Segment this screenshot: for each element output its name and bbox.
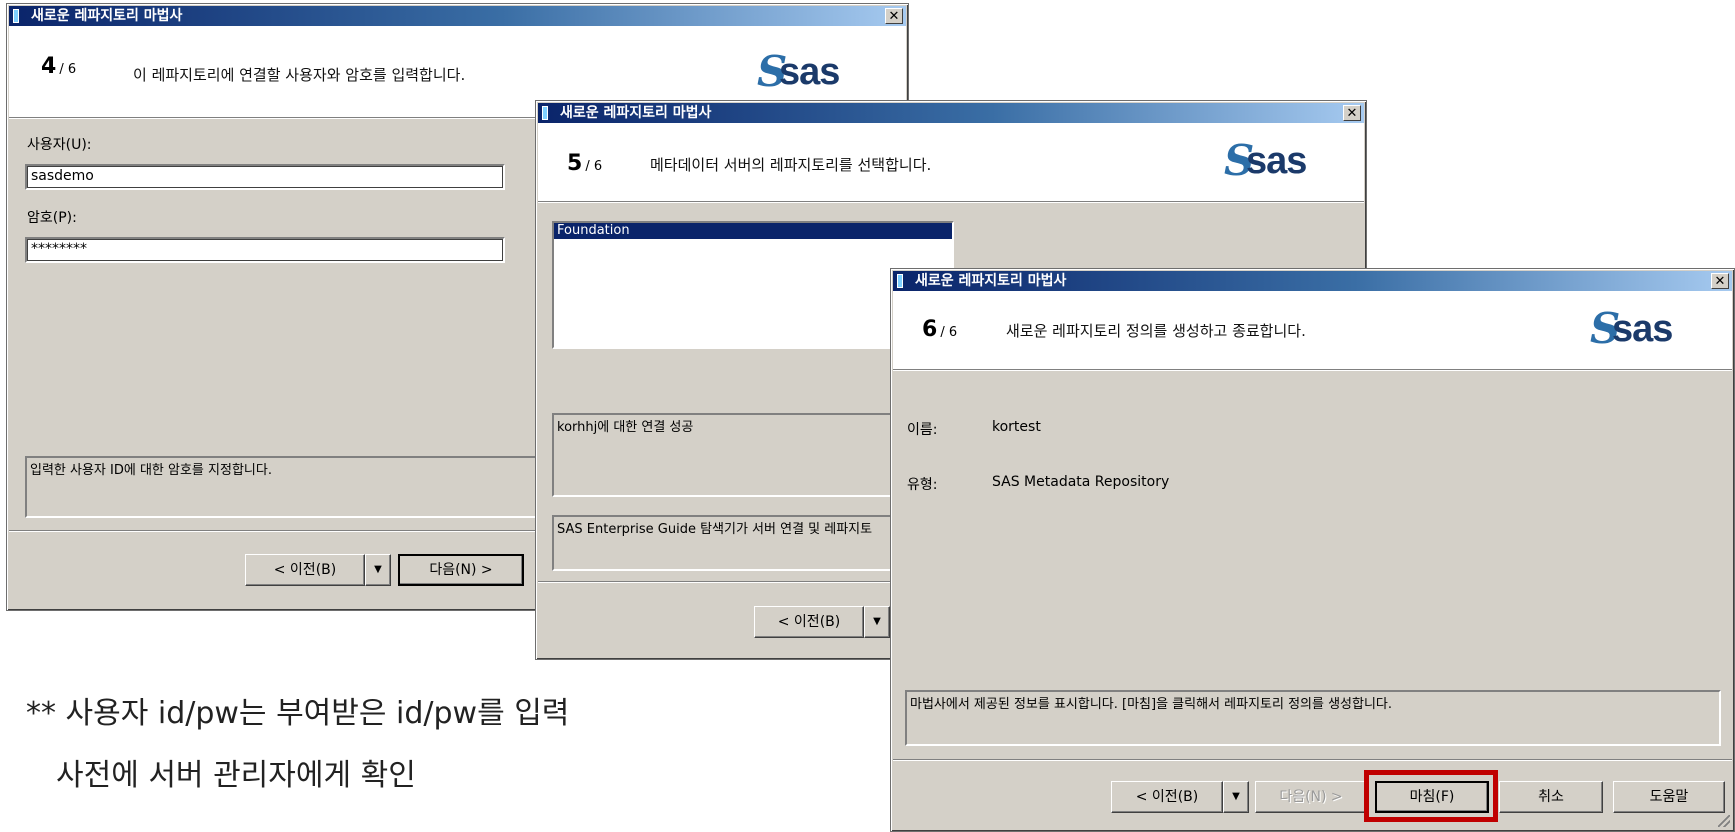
step-indicator: 6/ 6 — [922, 317, 958, 342]
user-input[interactable]: sasdemo — [25, 164, 505, 190]
list-item[interactable]: Foundation — [554, 223, 952, 239]
close-icon[interactable]: ✕ — [885, 8, 903, 24]
next-button[interactable]: 다음(N) > — [398, 554, 524, 586]
password-input[interactable]: ******** — [25, 237, 505, 263]
type-value: SAS Metadata Repository — [992, 474, 1170, 490]
sas-logo: S sas — [1590, 304, 1673, 353]
step-indicator: 5/ 6 — [567, 151, 603, 176]
type-label: 유형: — [907, 477, 938, 493]
window-title: 새로운 레파지토리 마법사 — [560, 105, 712, 121]
step-description: 새로운 레파지토리 정의를 생성하고 종료합니다. — [1006, 322, 1306, 340]
help-text-panel: 마법사에서 제공된 정보를 표시합니다. [마침]을 클릭해서 레파지토리 정의… — [905, 690, 1721, 746]
back-dropdown-button[interactable]: ▼ — [1223, 781, 1249, 813]
window-title: 새로운 레파지토리 마법사 — [915, 273, 1067, 289]
resize-grip-icon[interactable] — [1718, 815, 1730, 827]
user-label: 사용자(U): — [27, 137, 92, 153]
wizard-header: 5/ 6 메타데이터 서버의 레파지토리를 선택합니다. S sas — [538, 123, 1364, 202]
next-button[interactable]: 다음(N) > — [1255, 781, 1367, 813]
name-label: 이름: — [907, 422, 938, 438]
step-indicator: 4/ 6 — [41, 54, 77, 79]
finish-button-highlight — [1364, 770, 1498, 822]
close-icon[interactable]: ✕ — [1343, 105, 1361, 121]
back-dropdown-button[interactable]: ▼ — [864, 606, 890, 638]
window-title: 새로운 레파지토리 마법사 — [31, 8, 183, 24]
name-value: kortest — [992, 419, 1041, 435]
wizard-dialog-step6: 새로운 레파지토리 마법사 ✕ 6/ 6 새로운 레파지토리 정의를 생성하고 … — [890, 268, 1735, 832]
back-button[interactable]: < 이전(B) — [1111, 781, 1223, 813]
step-description: 메타데이터 서버의 레파지토리를 선택합니다. — [650, 156, 932, 174]
title-bar[interactable]: 새로운 레파지토리 마법사 ✕ — [893, 271, 1732, 291]
password-label: 암호(P): — [27, 210, 77, 226]
help-button[interactable]: 도움말 — [1613, 781, 1725, 813]
separator — [893, 759, 1732, 761]
back-dropdown-button[interactable]: ▼ — [365, 554, 391, 586]
wizard-header: 6/ 6 새로운 레파지토리 정의를 생성하고 종료합니다. S sas — [893, 291, 1732, 370]
sas-logo: S sas — [1224, 136, 1307, 185]
app-icon — [542, 106, 548, 120]
back-button[interactable]: < 이전(B) — [245, 554, 365, 586]
close-icon[interactable]: ✕ — [1711, 273, 1729, 289]
back-button[interactable]: < 이전(B) — [754, 606, 864, 638]
step-description: 이 레파지토리에 연결할 사용자와 암호를 입력합니다. — [133, 66, 466, 84]
sas-logo: S sas — [757, 47, 840, 96]
caption-line-2: 사전에 서버 관리자에게 확인 — [56, 758, 416, 793]
title-bar[interactable]: 새로운 레파지토리 마법사 ✕ — [9, 6, 906, 26]
cancel-button[interactable]: 취소 — [1499, 781, 1603, 813]
app-icon — [897, 274, 903, 288]
title-bar[interactable]: 새로운 레파지토리 마법사 ✕ — [538, 103, 1364, 123]
caption-line-1: ** 사용자 id/pw는 부여받은 id/pw를 입력 — [26, 696, 570, 731]
app-icon — [13, 9, 19, 23]
